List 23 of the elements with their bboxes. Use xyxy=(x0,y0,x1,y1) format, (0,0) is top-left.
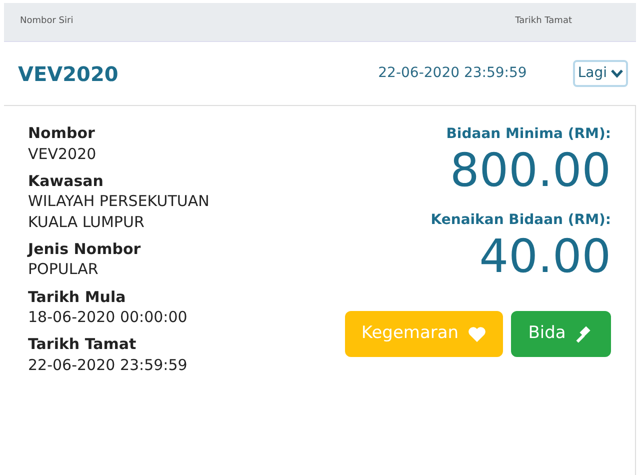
field-value: WILAYAH PERSEKUTUAN KUALA LUMPUR xyxy=(28,191,210,232)
price-label: Bidaan Minima (RM): xyxy=(446,125,611,144)
favourite-button[interactable]: Kegemaran xyxy=(345,311,503,358)
field-label: Tarikh Tamat xyxy=(28,335,138,355)
field-value: 22-06-2020 23:59:59 xyxy=(28,354,188,375)
plate-number: VEV2020 xyxy=(18,60,118,88)
bid-button[interactable]: Bida xyxy=(511,311,611,358)
price-amount: 40.00 xyxy=(479,230,611,282)
price-label: Kenaikan Bidaan (RM): xyxy=(430,210,611,230)
field-label: Nombor xyxy=(28,124,96,144)
column-header: Nombor Siri xyxy=(20,15,74,28)
field-label: Tarikh Mula xyxy=(28,288,127,307)
end-date: 22-06-2020 23:59:59 xyxy=(378,64,527,83)
price-amount: 800.00 xyxy=(450,145,611,196)
field-label: Jenis Nombor xyxy=(28,240,142,260)
field-value: 18-06-2020 00:00:00 xyxy=(28,307,188,328)
heart-icon xyxy=(466,325,487,344)
more-dropdown[interactable]: Lagi xyxy=(572,60,628,87)
field-value: POPULAR xyxy=(28,259,100,280)
field-label: Kawasan xyxy=(28,172,104,192)
column-header: Tarikh Tamat xyxy=(515,15,572,28)
chevron-down-icon xyxy=(611,69,623,78)
field-value: VEV2020 xyxy=(28,144,98,164)
